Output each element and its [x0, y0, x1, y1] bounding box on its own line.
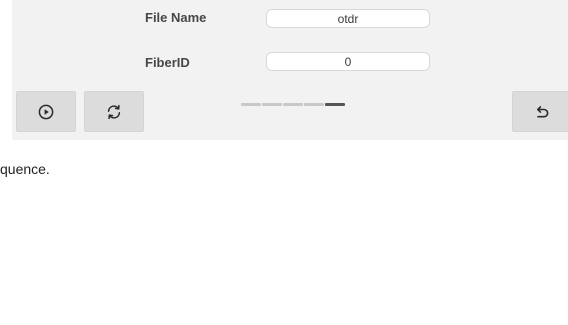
play-button[interactable]: [16, 91, 76, 132]
play-circle-icon: [38, 104, 54, 119]
page-indicator-segment: [262, 103, 282, 106]
page-indicator-segment: [241, 103, 261, 106]
page-indicator-segment: [283, 103, 303, 106]
caption-text: quence.: [0, 161, 50, 177]
fiber-id-input[interactable]: [266, 52, 430, 71]
refresh-button[interactable]: [84, 91, 144, 132]
page-indicator-segment: [304, 103, 324, 106]
fiber-id-label: FiberID: [145, 55, 190, 70]
settings-panel: File Name FiberID: [12, 0, 568, 140]
page-indicator-segment: [325, 103, 345, 106]
refresh-icon: [107, 104, 121, 119]
file-name-label: File Name: [145, 10, 207, 25]
file-name-input[interactable]: [266, 9, 430, 28]
back-button[interactable]: [512, 91, 568, 132]
undo-arrow-icon: [537, 105, 549, 117]
